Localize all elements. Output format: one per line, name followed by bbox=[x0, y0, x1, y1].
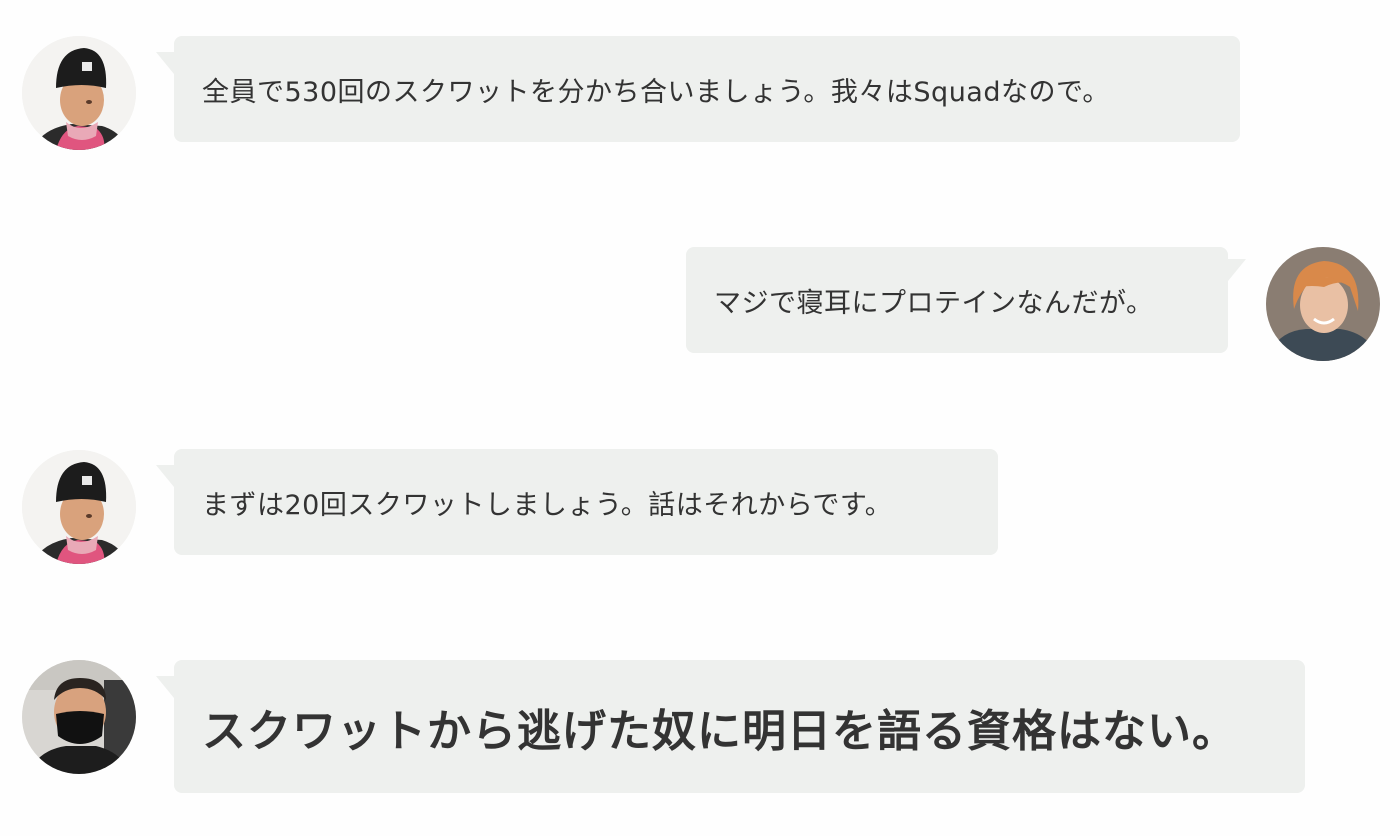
masked-man-icon bbox=[22, 660, 136, 774]
beanie-man-icon bbox=[22, 36, 136, 150]
beanie-man-icon bbox=[22, 450, 136, 564]
message-text: 全員で530回のスクワットを分かち合いましょう。我々はSquadなので。 bbox=[202, 76, 1110, 108]
chat-message-4: スクワットから逃げた奴に明日を語る資格はない。 bbox=[0, 640, 1400, 820]
chat-message-2: マジで寝耳にプロテインなんだが。 bbox=[0, 230, 1400, 380]
avatar-orange-hair-woman[interactable] bbox=[1266, 247, 1380, 361]
message-bubble: まずは20回スクワットしましょう。話はそれからです。 bbox=[174, 449, 998, 555]
message-bubble: マジで寝耳にプロテインなんだが。 bbox=[686, 247, 1246, 353]
avatar-beanie-man[interactable] bbox=[22, 450, 136, 564]
woman-portrait-icon bbox=[1266, 247, 1380, 361]
chat-message-1: 全員で530回のスクワットを分かち合いましょう。我々はSquadなので。 bbox=[0, 0, 1400, 160]
avatar-masked-man[interactable] bbox=[22, 660, 136, 774]
message-text: スクワットから逃げた奴に明日を語る資格はない。 bbox=[202, 705, 1237, 757]
message-text: マジで寝耳にプロテインなんだが。 bbox=[714, 287, 1154, 319]
message-bubble: 全員で530回のスクワットを分かち合いましょう。我々はSquadなので。 bbox=[174, 36, 1240, 142]
message-bubble-emphasized: スクワットから逃げた奴に明日を語る資格はない。 bbox=[174, 660, 1305, 793]
message-text: まずは20回スクワットしましょう。話はそれからです。 bbox=[202, 489, 893, 521]
avatar-beanie-man[interactable] bbox=[22, 36, 136, 150]
chat-message-3: まずは20回スクワットしましょう。話はそれからです。 bbox=[0, 430, 1400, 580]
